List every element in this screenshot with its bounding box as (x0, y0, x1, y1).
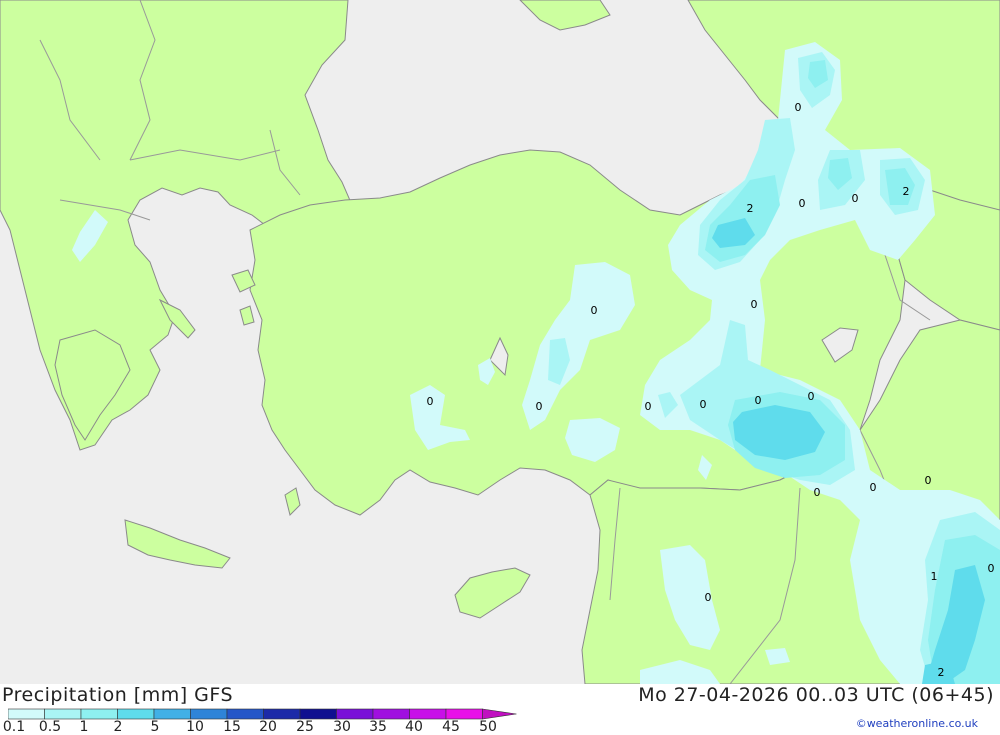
forecast-datetime: Mo 27-04-2026 00..03 UTC (06+45) (638, 684, 994, 706)
colorbar-swatch (190, 708, 228, 720)
colorbar-swatch (445, 708, 483, 720)
map-title: Precipitation [mm] GFS (2, 684, 234, 706)
colorbar-swatch (336, 708, 374, 720)
map-label: 2 (747, 202, 754, 215)
map-label: 0 (591, 304, 598, 317)
colorbar-swatch (226, 708, 264, 720)
colorbar-swatch (44, 708, 82, 720)
map-label: 0 (645, 400, 652, 413)
colorbar-swatch (372, 708, 410, 720)
map-label: 2 (938, 666, 945, 679)
map-label: 0 (870, 481, 877, 494)
map-label: 0 (814, 486, 821, 499)
map-label: 0 (705, 591, 712, 604)
map-footer: Precipitation [mm] GFS Mo 27-04-2026 00.… (0, 684, 1000, 735)
map-label: 0 (751, 298, 758, 311)
map-label: 0 (808, 390, 815, 403)
map-label: 0 (795, 101, 802, 114)
map-label: 0 (755, 394, 762, 407)
map-label: 0 (427, 395, 434, 408)
map-label: 0 (925, 474, 932, 487)
map-label: 0 (799, 197, 806, 210)
colorbar-swatch (482, 708, 517, 720)
map-label: 1 (931, 570, 938, 583)
colorbar-swatch (153, 708, 191, 720)
map-label: 0 (700, 398, 707, 411)
map-label: 0 (536, 400, 543, 413)
colorbar-swatch (80, 708, 118, 720)
colorbar-swatch (8, 708, 45, 720)
colorbar-swatch (299, 708, 337, 720)
colorbar-swatch (409, 708, 447, 720)
colorbar-swatch (117, 708, 155, 720)
map-label: 0 (988, 562, 995, 575)
precipitation-map: 0 2 0 0 2 0 0 0 0 0 0 0 0 0 0 0 1 0 0 2 (0, 0, 1000, 684)
credit-link[interactable]: ©weatheronline.co.uk (856, 717, 978, 730)
colorbar-swatch (263, 708, 301, 720)
map-label: 2 (903, 185, 910, 198)
map-label: 0 (852, 192, 859, 205)
